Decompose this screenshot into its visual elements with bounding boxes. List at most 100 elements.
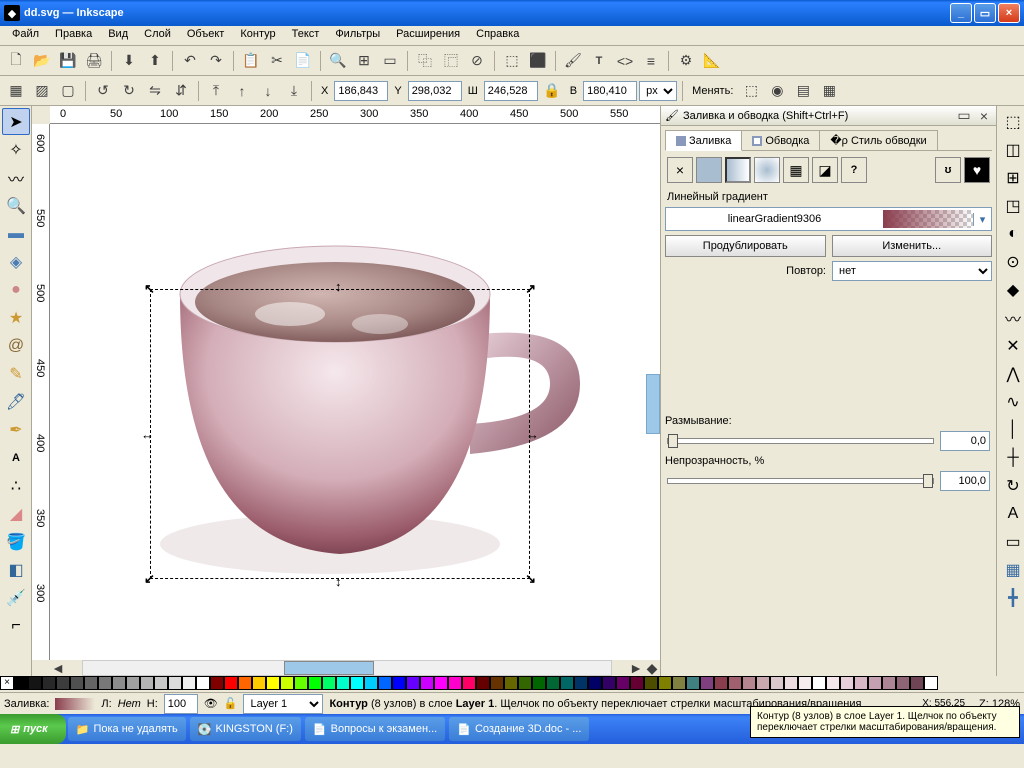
swatch-58[interactable]: [826, 676, 840, 690]
fill-none-button[interactable]: ×: [667, 157, 693, 183]
swatch-34[interactable]: [490, 676, 504, 690]
swatch-1[interactable]: [28, 676, 42, 690]
layer-select[interactable]: Layer 1: [243, 694, 323, 714]
swatch-45[interactable]: [644, 676, 658, 690]
snap-text-button[interactable]: A: [999, 500, 1024, 527]
y-input[interactable]: [408, 81, 462, 101]
spray-tool[interactable]: ∴: [2, 472, 30, 499]
raise-top-button[interactable]: ⤒: [204, 79, 228, 103]
lock-aspect-button[interactable]: 🔒: [540, 79, 564, 103]
handle-s[interactable]: ↕: [335, 574, 342, 589]
color-palette[interactable]: ×: [0, 676, 1024, 692]
horizontal-scrollbar[interactable]: ◄ ► ◆: [50, 660, 660, 676]
rect-tool[interactable]: ▬: [2, 220, 30, 247]
spiral-tool[interactable]: @: [2, 332, 30, 359]
swatch-41[interactable]: [588, 676, 602, 690]
swatch-5[interactable]: [84, 676, 98, 690]
handle-n[interactable]: ↕: [335, 279, 342, 294]
swatch-62[interactable]: [882, 676, 896, 690]
dock-close-button[interactable]: ×: [976, 108, 992, 124]
copy-button[interactable]: 📋: [239, 49, 263, 73]
menu-filters[interactable]: Фильтры: [327, 26, 388, 45]
swatch-40[interactable]: [574, 676, 588, 690]
docprops-button[interactable]: 📐: [700, 49, 724, 73]
w-input[interactable]: [484, 81, 538, 101]
swatch-29[interactable]: [420, 676, 434, 690]
swatch-12[interactable]: [182, 676, 196, 690]
rotate-ccw-button[interactable]: ↺: [91, 79, 115, 103]
lower-button[interactable]: ↓: [256, 79, 280, 103]
menu-extensions[interactable]: Расширения: [388, 26, 468, 45]
snap-object-mid-button[interactable]: ┼: [999, 444, 1024, 471]
swatch-37[interactable]: [532, 676, 546, 690]
tab-fill[interactable]: Заливка: [665, 130, 742, 151]
zoom-selection-button[interactable]: 🔍: [326, 49, 350, 73]
dropper-tool[interactable]: 💉: [2, 584, 30, 611]
swatch-63[interactable]: [896, 676, 910, 690]
swatch-none[interactable]: ×: [0, 676, 14, 690]
ungroup-button[interactable]: ⬛: [526, 49, 550, 73]
swatch-10[interactable]: [154, 676, 168, 690]
redo-button[interactable]: ↷: [204, 49, 228, 73]
star-tool[interactable]: ★: [2, 304, 30, 331]
fill-swatch[interactable]: [55, 698, 95, 710]
flip-v-button[interactable]: ⇵: [169, 79, 193, 103]
swatch-18[interactable]: [266, 676, 280, 690]
swatch-27[interactable]: [392, 676, 406, 690]
snap-edge-button[interactable]: ⊞: [999, 164, 1024, 191]
ellipse-tool[interactable]: ●: [2, 276, 30, 303]
swatch-64[interactable]: [910, 676, 924, 690]
duplicate-gradient-button[interactable]: Продублировать: [665, 235, 826, 257]
select-all-layers-button[interactable]: ▨: [30, 79, 54, 103]
tab-stroke[interactable]: Обводка: [741, 130, 820, 150]
menu-path[interactable]: Контур: [232, 26, 283, 45]
swatch-17[interactable]: [252, 676, 266, 690]
affect-pattern-button[interactable]: ▦: [817, 79, 841, 103]
minimize-button[interactable]: _: [950, 3, 972, 23]
connector-tool[interactable]: ⌐: [2, 612, 30, 639]
swatch-24[interactable]: [350, 676, 364, 690]
snap-corner-button[interactable]: ◳: [999, 192, 1024, 219]
swatch-36[interactable]: [518, 676, 532, 690]
snap-rotation-button[interactable]: ↻: [999, 472, 1024, 499]
handle-nw[interactable]: ↖: [144, 281, 155, 297]
gradient-select[interactable]: linearGradient9306 ▾: [665, 207, 992, 231]
raise-button[interactable]: ↑: [230, 79, 254, 103]
h-input[interactable]: [583, 81, 637, 101]
calligraphy-tool[interactable]: ✒: [2, 416, 30, 443]
swatch-7[interactable]: [112, 676, 126, 690]
canvas[interactable]: ↖ ↕ ↗ ↔ ↔ ↙ ↕ ↘: [50, 124, 660, 660]
swatch-57[interactable]: [812, 676, 826, 690]
save-button[interactable]: 💾: [56, 49, 80, 73]
text-dialog-button[interactable]: T: [587, 49, 611, 73]
swatch-20[interactable]: [294, 676, 308, 690]
flip-h-button[interactable]: ⇋: [143, 79, 167, 103]
taskbar-item-3[interactable]: 📄 Вопросы к экзамен...: [305, 717, 445, 741]
select-tool[interactable]: ➤: [2, 108, 30, 135]
swatch-51[interactable]: [728, 676, 742, 690]
menu-help[interactable]: Справка: [468, 26, 527, 45]
menu-file[interactable]: Файл: [4, 26, 47, 45]
align-dialog-button[interactable]: ≡: [639, 49, 663, 73]
swatch-54[interactable]: [770, 676, 784, 690]
swatch-33[interactable]: [476, 676, 490, 690]
swatch-50[interactable]: [714, 676, 728, 690]
maximize-button[interactable]: ▭: [974, 3, 996, 23]
swatch-9[interactable]: [140, 676, 154, 690]
swatch-3[interactable]: [56, 676, 70, 690]
swatch-39[interactable]: [560, 676, 574, 690]
taskbar-item-1[interactable]: 📁 Пока не удалять: [68, 717, 186, 741]
zoom-tool[interactable]: 🔍: [2, 192, 30, 219]
dock-minimize-button[interactable]: ▭: [956, 108, 972, 124]
swatch-53[interactable]: [756, 676, 770, 690]
snap-line-mid-button[interactable]: │: [999, 416, 1024, 443]
swatch-11[interactable]: [168, 676, 182, 690]
close-button[interactable]: ×: [998, 3, 1020, 23]
clone-button[interactable]: ⿸: [439, 49, 463, 73]
snap-guide-button[interactable]: ╋: [999, 584, 1024, 611]
eye-icon[interactable]: 👁: [204, 697, 218, 710]
swatch-14[interactable]: [210, 676, 224, 690]
swatch-60[interactable]: [854, 676, 868, 690]
swatch-4[interactable]: [70, 676, 84, 690]
bezier-tool[interactable]: 🖊: [2, 388, 30, 415]
